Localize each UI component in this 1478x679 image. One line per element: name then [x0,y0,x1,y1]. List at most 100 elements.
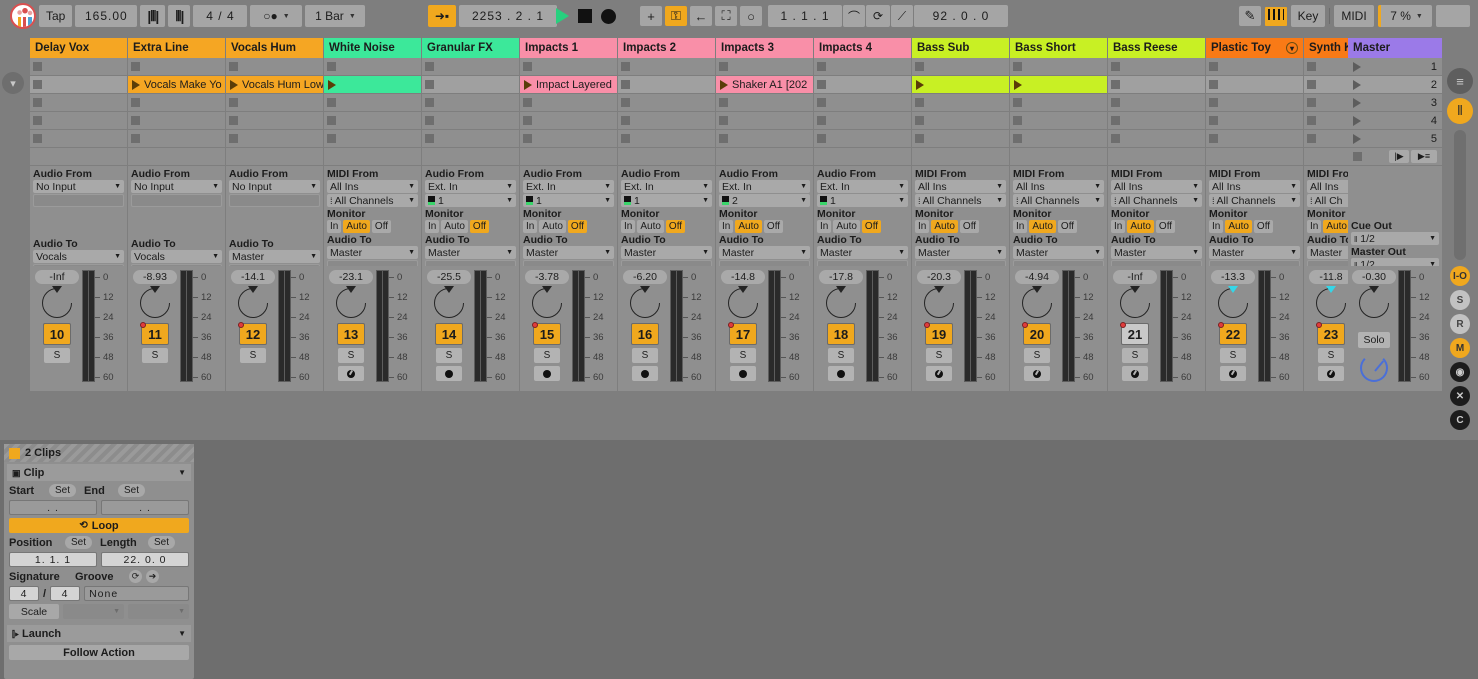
monitor-auto-button[interactable]: Auto [931,220,958,233]
scene-launch-icon[interactable] [1353,79,1361,90]
clip-slot[interactable] [716,130,813,148]
metronome-toggle-icon[interactable]: ⦀| [168,5,191,27]
track-pan-knob[interactable] [1216,286,1250,320]
clip-slot[interactable] [226,112,323,130]
track-activator-button[interactable]: 23 [1316,322,1345,345]
sig-num-field[interactable]: 4 [9,586,39,601]
monitor-auto-button[interactable]: Auto [1127,220,1154,233]
stop-clip-icon[interactable] [131,134,140,143]
input-channel-select[interactable]: ⁞ All Channels ▼ [915,194,1006,207]
input-select[interactable]: No Input ▼ [229,180,320,193]
track-volume-value[interactable]: -17.8 [819,270,863,284]
input-select[interactable]: All Ins▼ [327,180,418,193]
master-volume-value[interactable]: -0.30 [1352,270,1396,284]
clip-slot[interactable] [1010,58,1107,76]
end-field[interactable]: . . [101,500,189,515]
clip-slot[interactable] [814,58,911,76]
clip-slot[interactable] [912,94,1009,112]
clip-slot[interactable] [1010,112,1107,130]
stop-clip-icon[interactable] [327,62,336,71]
stop-clip-icon[interactable] [1013,98,1022,107]
track-volume-value[interactable]: -4.94 [1015,270,1059,284]
length-set-button[interactable]: Set [148,536,176,549]
track-stop-row[interactable] [324,148,421,166]
track-stop-row[interactable] [912,148,1009,166]
track-name-3[interactable]: White Noise [324,38,421,58]
output-select[interactable]: Vocals ▼ [131,250,222,263]
tempo-field[interactable]: 165.00 [75,5,138,27]
clip[interactable] [912,76,1009,93]
master-solo-button[interactable]: Solo [1358,332,1390,348]
track-pan-knob[interactable] [1314,286,1348,320]
arm-record-button[interactable] [1220,366,1246,381]
stop-clip-icon[interactable] [817,62,826,71]
stop-clip-icon[interactable] [621,116,630,125]
track-pan-knob[interactable] [1118,286,1152,320]
stop-clip-icon[interactable] [915,134,924,143]
solo-button[interactable]: S [1024,348,1050,363]
monitor-in-button[interactable]: In [523,220,538,233]
track-activator-button[interactable]: 15 [532,322,561,345]
hamburger-icon[interactable]: ≡ [1447,68,1473,94]
stop-clip-icon[interactable] [33,116,42,125]
track-pan-knob[interactable] [726,286,760,320]
track-pan-knob[interactable] [628,286,662,320]
stop-clip-icon[interactable] [425,134,434,143]
clip-slot[interactable] [1108,130,1205,148]
stop-clip-icon[interactable] [1013,62,1022,71]
stop-clip-icon[interactable] [1111,116,1120,125]
track-stop-row[interactable] [226,148,323,166]
clip-slot[interactable] [324,76,421,94]
track-volume-value[interactable]: -11.8 [1309,270,1353,284]
clip-slot[interactable] [324,112,421,130]
scene-row[interactable]: 4 [1348,112,1442,130]
clip-slot[interactable] [618,58,715,76]
clip-slot[interactable] [1108,94,1205,112]
clip-slot[interactable] [30,94,127,112]
output-select[interactable]: Master▼ [1013,246,1104,259]
track-volume-value[interactable]: -20.3 [917,270,961,284]
output-select[interactable]: Master▼ [1209,246,1300,259]
clip[interactable]: Vocals Make Yo [128,76,225,93]
input-select[interactable]: All Ins▼ [1111,180,1202,193]
stop-clip-icon[interactable] [33,80,42,89]
input-select[interactable]: Ext. In ▼ [719,180,810,193]
cpu-meter[interactable]: 7 % ▼ [1378,5,1432,27]
x-icon[interactable]: ✕ [1450,386,1470,406]
stop-clip-icon[interactable] [719,62,728,71]
quantization-select[interactable]: 1 Bar ▼ [305,5,366,27]
clip-slot[interactable] [422,94,519,112]
mixer-icon[interactable]: M [1450,338,1470,358]
arrangement-record-icon[interactable]: ➜▪ [428,5,456,27]
track-volume-value[interactable]: -8.93 [133,270,177,284]
back-to-arrangement-icon[interactable]: ← [690,6,712,26]
stop-clip-icon[interactable] [229,116,238,125]
input-channel-select[interactable]: ⁞ All Channels ▼ [1111,194,1202,207]
arm-record-button[interactable] [1318,366,1344,381]
arm-record-button[interactable] [1024,366,1050,381]
arm-record-button[interactable] [926,366,952,381]
track-name-10[interactable]: Bass Short [1010,38,1107,58]
monitor-auto-button[interactable]: Auto [539,220,566,233]
track-activator-button[interactable]: 18 [827,323,855,345]
track-volume-value[interactable]: -13.3 [1211,270,1255,284]
track-pan-knob[interactable] [432,286,466,320]
monitor-auto-button[interactable]: Auto [1225,220,1252,233]
track-volume-value[interactable]: -3.78 [525,270,569,284]
input-channel-select[interactable]: 1 ▼ [817,194,908,207]
pencil-icon[interactable]: ✎ [1239,6,1261,26]
clip-slot[interactable] [226,130,323,148]
clip[interactable] [324,76,421,93]
stop-clip-icon[interactable] [1209,98,1218,107]
loop-toggle-button[interactable]: ⟲ Loop [9,518,189,533]
stop-clip-icon[interactable] [425,116,434,125]
scene-row[interactable]: 2 [1348,76,1442,94]
solo-button[interactable]: S [632,348,658,363]
clip-slot[interactable]: Vocals Hum Low [226,76,323,94]
clip-slot[interactable] [128,58,225,76]
key-map-button[interactable]: Key [1291,5,1325,27]
monitor-auto-button[interactable]: Auto [637,220,664,233]
output-select[interactable]: Master▼ [1111,246,1202,259]
input-select[interactable]: Ext. In ▼ [621,180,712,193]
clip[interactable] [1010,76,1107,93]
